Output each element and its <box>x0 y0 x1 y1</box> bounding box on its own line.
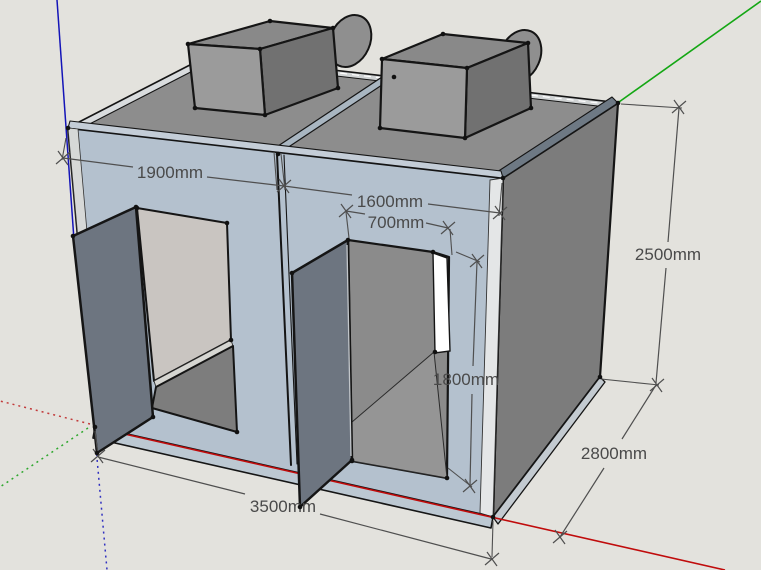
doorway-highlight <box>433 253 450 353</box>
dim-label-door-width[interactable]: 700mm <box>368 213 425 232</box>
dim-label-overall-depth[interactable]: 2800mm <box>581 444 647 463</box>
modeling-viewport[interactable]: 1900mm 1600mm 700mm 1800mm 2500mm 2800mm… <box>0 0 761 570</box>
dim-label-door-height[interactable]: 1800mm <box>433 370 499 389</box>
unit-left-front[interactable] <box>188 44 265 115</box>
unit-right-front[interactable] <box>380 59 467 138</box>
dim-label-overall-width[interactable]: 3500mm <box>250 497 316 516</box>
dim-label-left-bay-width[interactable]: 1900mm <box>137 163 203 182</box>
dim-label-overall-height[interactable]: 2500mm <box>635 245 701 264</box>
right-doorway[interactable] <box>348 240 450 478</box>
dim-label-right-bay-width[interactable]: 1600mm <box>357 192 423 211</box>
right-door[interactable] <box>292 240 352 507</box>
